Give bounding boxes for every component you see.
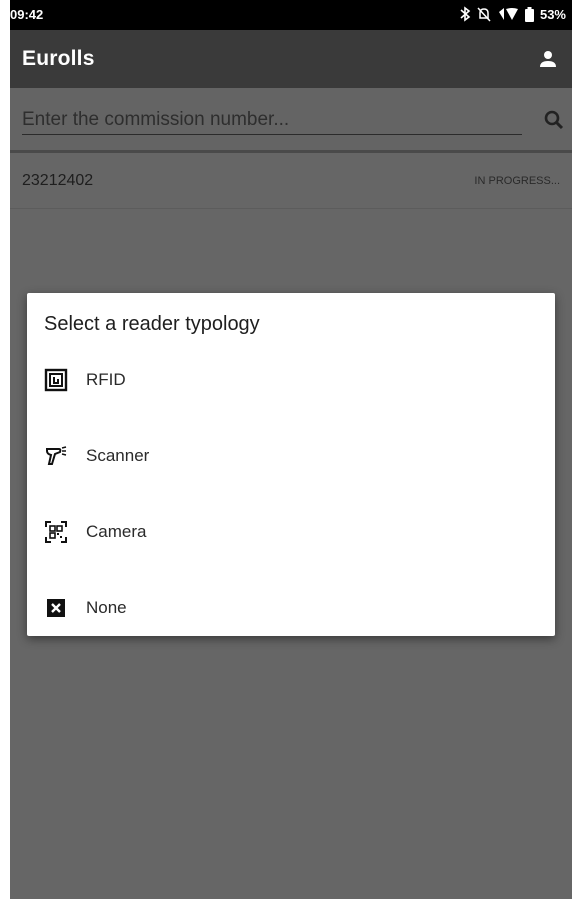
option-rfid[interactable]: RFID <box>27 356 555 404</box>
battery-percent: 53% <box>539 6 566 22</box>
option-label: None <box>86 598 127 617</box>
search-icon[interactable] <box>542 108 566 132</box>
dialog-title: Select a reader typology <box>44 313 260 335</box>
close-box-icon <box>44 596 68 620</box>
rfid-icon <box>44 368 68 392</box>
status-bar: 09:42 53% <box>10 0 572 30</box>
commission-number-input[interactable] <box>22 106 522 135</box>
qr-camera-icon <box>44 520 68 544</box>
option-scanner[interactable]: Scanner <box>27 432 555 480</box>
app-bar: Eurolls <box>10 30 572 88</box>
option-camera[interactable]: Camera <box>27 508 555 556</box>
wifi-icon <box>497 6 519 22</box>
account-icon[interactable] <box>536 47 560 71</box>
option-label: Scanner <box>86 446 150 465</box>
reader-typology-dialog: Select a reader typology RFID Scanner Ca… <box>27 293 555 636</box>
commission-number: 23212402 <box>22 172 94 189</box>
status-time: 09:42 <box>10 7 44 22</box>
option-label: RFID <box>86 370 126 389</box>
battery-icon <box>524 6 534 22</box>
option-none[interactable]: None <box>27 584 555 632</box>
app-title: Eurolls <box>22 47 95 70</box>
option-label: Camera <box>86 522 147 541</box>
commission-status: IN PROGRESS... <box>474 175 560 187</box>
commission-list-item[interactable]: 23212402 IN PROGRESS... <box>10 153 572 209</box>
status-icons: 53% <box>459 6 566 22</box>
app-screen: 09:42 53% Eurolls Enter the commission n… <box>10 0 572 899</box>
barcode-scanner-icon <box>44 444 68 468</box>
search-bar <box>10 88 572 150</box>
bluetooth-icon <box>459 6 471 22</box>
notifications-off-icon <box>477 6 491 22</box>
